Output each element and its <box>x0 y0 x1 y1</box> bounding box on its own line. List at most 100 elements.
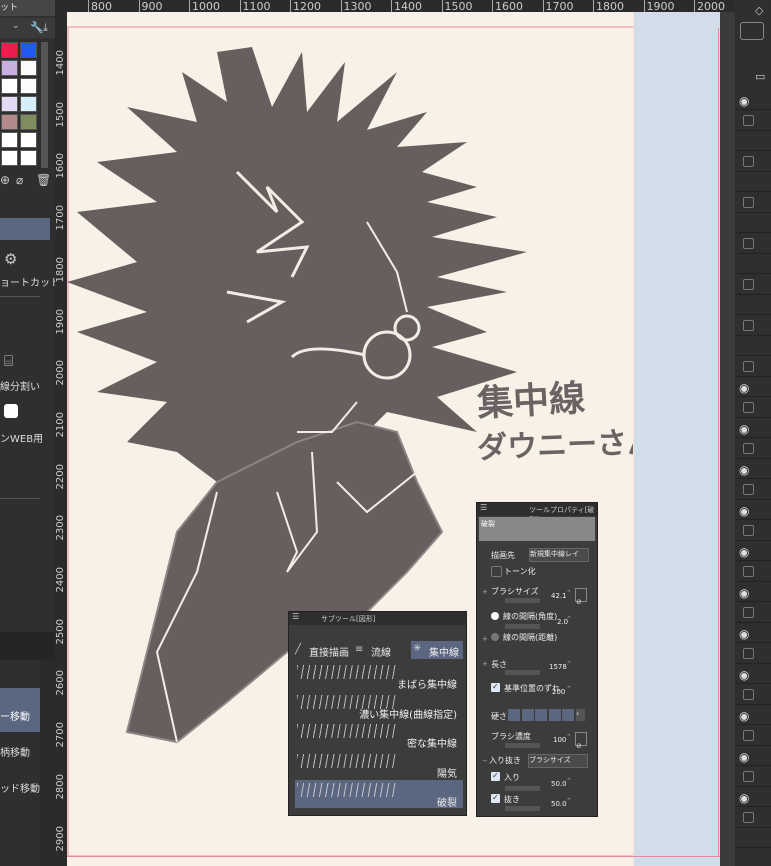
offset-value[interactable]: 200 <box>552 688 565 696</box>
layer-visibility-checkbox[interactable] <box>743 729 754 741</box>
hardness-step[interactable] <box>521 709 534 721</box>
move-pattern-label[interactable]: 柄移動 <box>0 744 30 759</box>
subtool-titlebar[interactable]: ☰ サブツール[図形] <box>289 612 466 625</box>
eye-icon[interactable]: ◉ <box>739 422 749 436</box>
tool-scrollbar[interactable] <box>40 660 55 866</box>
expand-icon[interactable]: + <box>482 635 488 643</box>
menu-icon[interactable]: ☰ <box>292 612 299 621</box>
pressure-button[interactable]: ⊘ <box>575 588 587 606</box>
hardness-step[interactable] <box>535 709 547 721</box>
web-icon[interactable] <box>4 404 18 418</box>
wrench-icon[interactable]: 🔧 <box>30 21 44 34</box>
radio-unselected[interactable] <box>491 633 499 641</box>
drop-icon[interactable]: ⌀ <box>16 173 23 187</box>
eye-icon[interactable]: ◉ <box>739 381 749 395</box>
line-angle-slider[interactable] <box>505 624 540 629</box>
stepper-icon[interactable]: ⌃ <box>566 777 572 785</box>
pressure-button[interactable]: ⊘ <box>575 732 587 750</box>
tab-focus-line[interactable]: ✳ 集中線 <box>411 641 463 659</box>
stepper-icon[interactable]: ⌃ <box>566 685 572 693</box>
layer-visibility-checkbox[interactable] <box>743 155 754 167</box>
eye-icon[interactable]: ◉ <box>739 750 749 764</box>
stepper-icon[interactable]: ⌃ <box>566 660 572 668</box>
expand-icon[interactable]: + <box>482 588 488 596</box>
swatch-scrollbar[interactable] <box>41 42 48 168</box>
taper-in-checkbox[interactable]: ✓ <box>491 771 500 781</box>
color-swatch[interactable] <box>20 150 37 166</box>
stepper-icon[interactable]: ⌃ <box>566 733 572 741</box>
subtool-item[interactable]: 破裂 <box>295 780 463 809</box>
eye-icon[interactable]: ◉ <box>739 627 749 641</box>
canvas-scrollbar[interactable] <box>720 12 735 866</box>
taper-out-slider[interactable] <box>505 806 540 811</box>
layer-visibility-checkbox[interactable] <box>743 647 754 659</box>
color-swatch[interactable] <box>1 96 18 112</box>
color-swatch[interactable] <box>20 132 37 148</box>
expand-icon[interactable]: + <box>482 660 488 668</box>
taper-out-value[interactable]: 50.0 <box>551 800 567 808</box>
offset-checkbox[interactable]: ✓ <box>491 682 500 692</box>
layer-visibility-checkbox[interactable] <box>743 688 754 700</box>
trash-icon[interactable]: 🗑 <box>36 173 51 187</box>
new-layer-icon[interactable]: ▭ <box>755 70 765 83</box>
taper-in-value[interactable]: 50.0 <box>551 780 567 788</box>
move-head-label[interactable]: ッド移動 <box>0 780 40 795</box>
hardness-selector[interactable] <box>508 709 576 721</box>
layer-visibility-checkbox[interactable] <box>743 442 754 454</box>
brush-size-value[interactable]: 42.1 <box>551 592 567 600</box>
taper-in-slider[interactable] <box>505 786 540 791</box>
eye-icon[interactable]: ◉ <box>739 668 749 682</box>
stepper-icon[interactable]: ⌃ <box>566 797 572 805</box>
length-value[interactable]: 1578 <box>549 663 567 671</box>
split-icon[interactable]: ⌸ <box>4 352 13 370</box>
tone-checkbox[interactable] <box>491 566 502 577</box>
color-swatch[interactable] <box>1 60 18 76</box>
layer-visibility-checkbox[interactable] <box>743 811 754 823</box>
gear-icon[interactable]: ⚙ <box>4 250 17 268</box>
eye-icon[interactable]: ◉ <box>739 791 749 805</box>
layer-visibility-checkbox[interactable] <box>743 524 754 536</box>
subtool-item[interactable]: まばら集中線 <box>295 662 463 691</box>
move-layer-row[interactable]: ー移動 <box>0 688 40 732</box>
length-slider[interactable] <box>505 670 540 675</box>
radio-selected[interactable] <box>491 612 499 620</box>
layers-icon[interactable]: ◇ <box>755 4 763 17</box>
layer-visibility-checkbox[interactable] <box>743 196 754 208</box>
eye-icon[interactable]: ◉ <box>739 709 749 723</box>
chevron-down-icon[interactable]: ⌄ <box>12 21 20 31</box>
palette-tab[interactable]: ット <box>0 0 55 16</box>
download-icon[interactable]: ⤓ <box>43 21 48 35</box>
brush-density-value[interactable]: 100 <box>553 736 566 744</box>
eye-icon[interactable]: ◉ <box>739 545 749 559</box>
selected-tool-row[interactable] <box>0 218 50 240</box>
layer-visibility-checkbox[interactable] <box>743 319 754 331</box>
color-swatch[interactable] <box>20 42 37 58</box>
taper-dropdown[interactable]: ブラシサイズ <box>528 754 588 768</box>
eye-icon[interactable]: ◉ <box>739 586 749 600</box>
eye-icon[interactable]: ◉ <box>739 94 749 108</box>
hardness-step[interactable] <box>508 709 520 721</box>
color-swatch[interactable] <box>1 114 18 130</box>
color-swatch[interactable] <box>20 60 37 76</box>
stepper-icon[interactable]: ⌃ <box>566 589 572 597</box>
layer-visibility-checkbox[interactable] <box>743 114 754 126</box>
eye-icon[interactable]: ◉ <box>739 504 749 518</box>
eye-icon[interactable]: ◉ <box>739 463 749 477</box>
add-swatch-icon[interactable]: ⊕ <box>0 173 10 187</box>
color-swatch[interactable] <box>20 114 37 130</box>
layer-visibility-checkbox[interactable] <box>743 401 754 413</box>
brush-size-slider[interactable] <box>505 598 540 603</box>
layer-visibility-checkbox[interactable] <box>743 237 754 249</box>
chevron-right-icon[interactable]: › <box>576 709 585 721</box>
layer-visibility-checkbox[interactable] <box>743 565 754 577</box>
color-swatch[interactable] <box>1 132 18 148</box>
tab-direct-draw[interactable]: ╱ 直接描画 <box>295 642 351 659</box>
subtool-item[interactable]: 陽気 <box>295 751 463 780</box>
draw-target-dropdown[interactable]: 新規集中線レイ <box>529 548 589 562</box>
subtool-item[interactable]: 濃い集中線(曲線指定) <box>295 692 463 721</box>
brush-density-slider[interactable] <box>505 743 540 748</box>
collapse-icon[interactable]: − <box>482 757 488 765</box>
color-swatch[interactable] <box>20 78 37 94</box>
menu-icon[interactable]: ☰ <box>480 503 487 512</box>
layer-visibility-checkbox[interactable] <box>743 278 754 290</box>
